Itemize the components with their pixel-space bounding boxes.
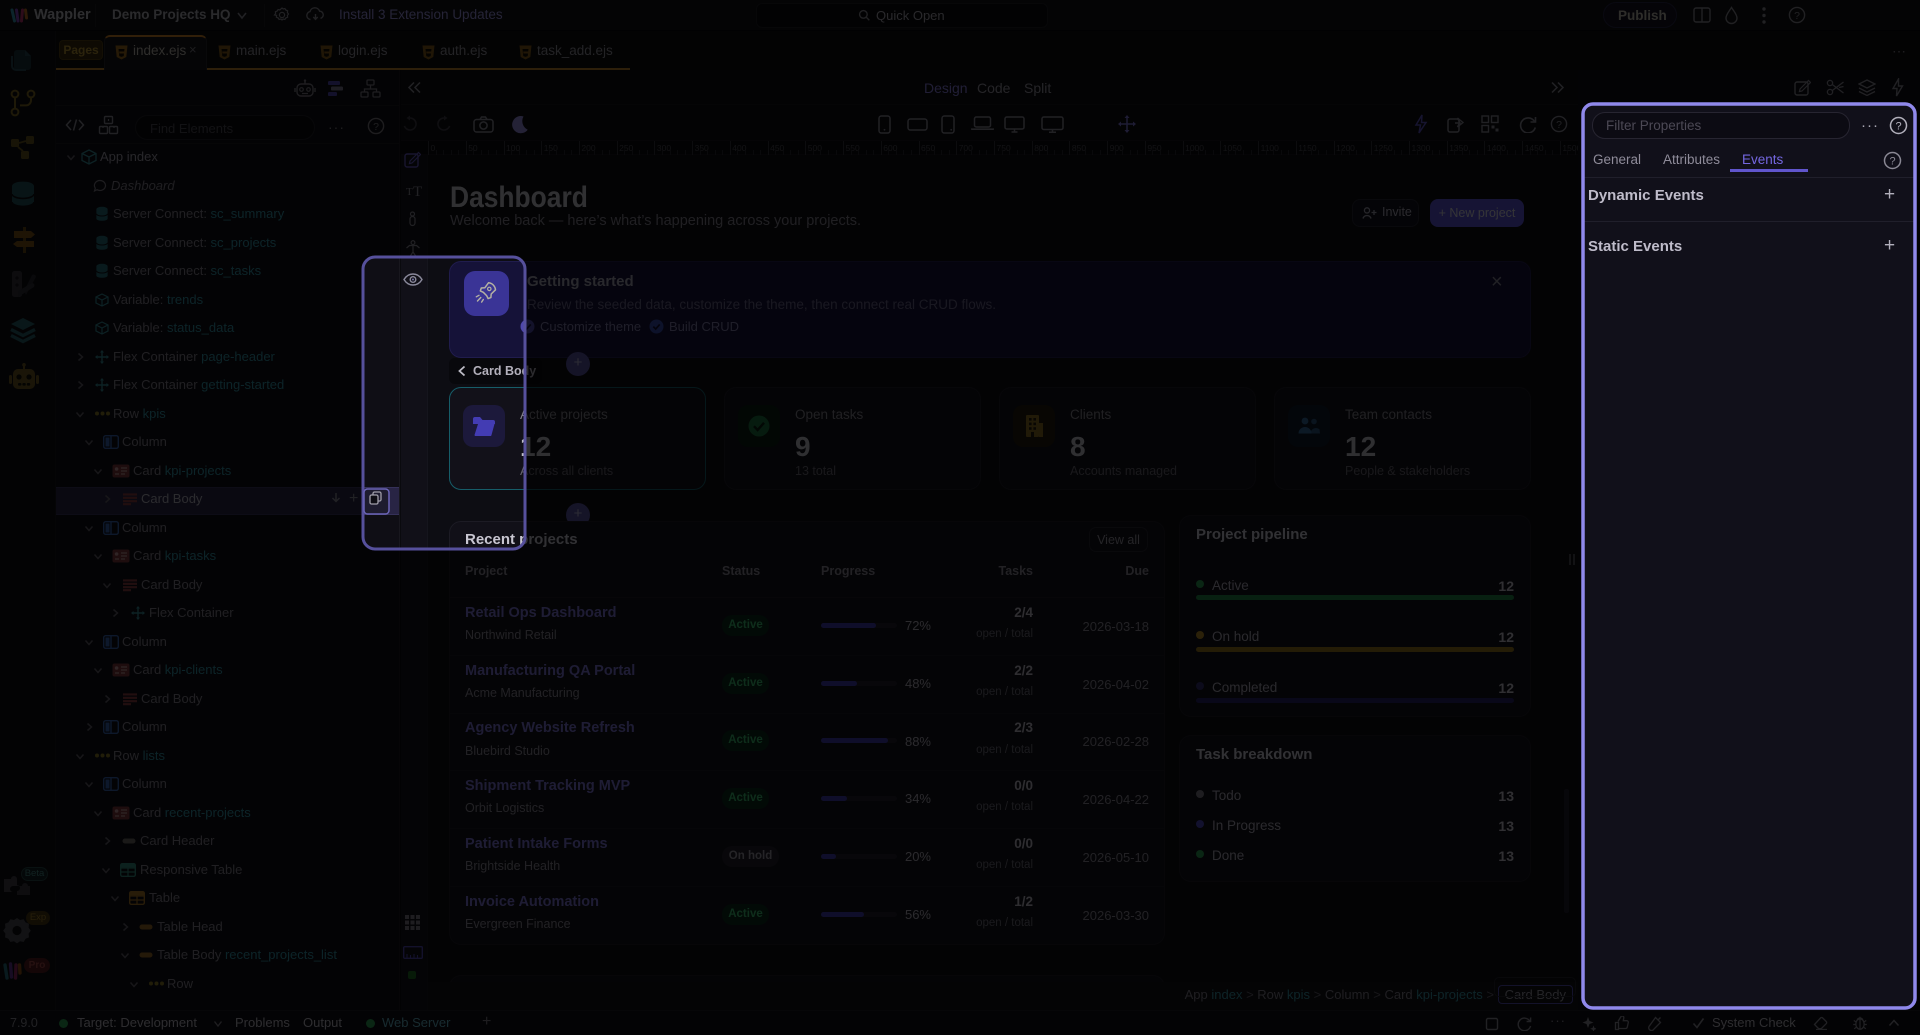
svg-text:?: ?	[1889, 156, 1895, 168]
svg-text:?: ?	[1895, 121, 1901, 133]
svg-text:?: ?	[1556, 119, 1562, 131]
svg-text:?: ?	[373, 121, 379, 133]
svg-text:?: ?	[1794, 10, 1800, 22]
svg-text:T: T	[406, 186, 413, 197]
svg-text:T: T	[413, 184, 422, 197]
